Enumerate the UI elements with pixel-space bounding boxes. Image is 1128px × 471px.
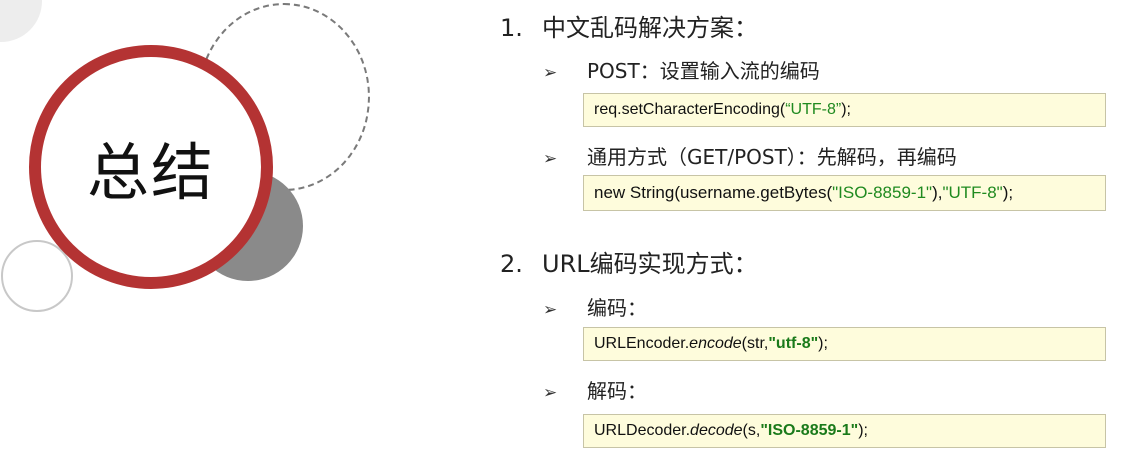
code-text: ); — [818, 335, 828, 352]
corner-circle-decoration — [0, 0, 42, 42]
arrow-bullet-icon: ➢ — [543, 149, 558, 169]
code-text: ), — [932, 183, 943, 202]
bullet-general: ➢ 通用方式（GET/POST）：先解码，再编码 — [543, 141, 957, 170]
title-ring: 总结 — [29, 45, 273, 289]
bullet-label: POST：设置输入流的编码 — [587, 59, 820, 83]
code-text: ); — [841, 101, 851, 118]
arrow-bullet-icon: ➢ — [543, 383, 558, 403]
arrow-bullet-icon: ➢ — [543, 63, 558, 83]
code-text: (str, — [741, 335, 769, 352]
bullet-label: 通用方式（GET/POST）：先解码，再编码 — [587, 145, 957, 169]
bullet-label: 编码： — [587, 296, 647, 320]
code-box-post: req.setCharacterEncoding(“UTF-8”); — [583, 93, 1106, 127]
code-text: URLEncoder. — [594, 335, 690, 352]
bullet-label: 解码： — [587, 379, 647, 403]
bullet-encode: ➢ 编码： — [543, 292, 647, 321]
arrow-bullet-icon: ➢ — [543, 300, 558, 320]
code-string: "ISO-8859-1" — [832, 183, 933, 202]
code-text: (s, — [742, 422, 761, 439]
bullet-decode: ➢ 解码： — [543, 375, 647, 404]
section-title: URL编码实现方式： — [542, 250, 758, 278]
section-title: 中文乱码解决方案： — [542, 14, 758, 42]
code-string: "utf-8" — [768, 335, 819, 352]
code-text: URLDecoder. — [594, 422, 691, 439]
page-title: 总结 — [86, 136, 215, 209]
section-heading-1: 1. 中文乱码解决方案： — [500, 8, 758, 43]
code-box-decode: URLDecoder. decode (s, "ISO-8859-1"); — [583, 414, 1106, 448]
code-text: ); — [1002, 183, 1014, 202]
code-method: encode — [689, 335, 742, 352]
code-string: "UTF-8" — [942, 183, 1003, 202]
code-box-general: new String(username.getBytes("ISO-8859-1… — [583, 175, 1106, 211]
code-string: "ISO-8859-1" — [760, 422, 859, 439]
code-text: new String(username.getBytes( — [594, 183, 833, 202]
section-number: 2. — [500, 250, 523, 278]
code-box-encode: URLEncoder. encode (str, "utf-8"); — [583, 327, 1106, 361]
code-text: ); — [858, 422, 868, 439]
section-heading-2: 2. URL编码实现方式： — [500, 244, 758, 279]
bullet-post: ➢ POST：设置输入流的编码 — [543, 55, 820, 84]
code-method: decode — [690, 422, 743, 439]
code-string: “UTF-8” — [785, 101, 842, 118]
code-text: req.setCharacterEncoding( — [594, 101, 786, 118]
section-number: 1. — [500, 14, 523, 42]
